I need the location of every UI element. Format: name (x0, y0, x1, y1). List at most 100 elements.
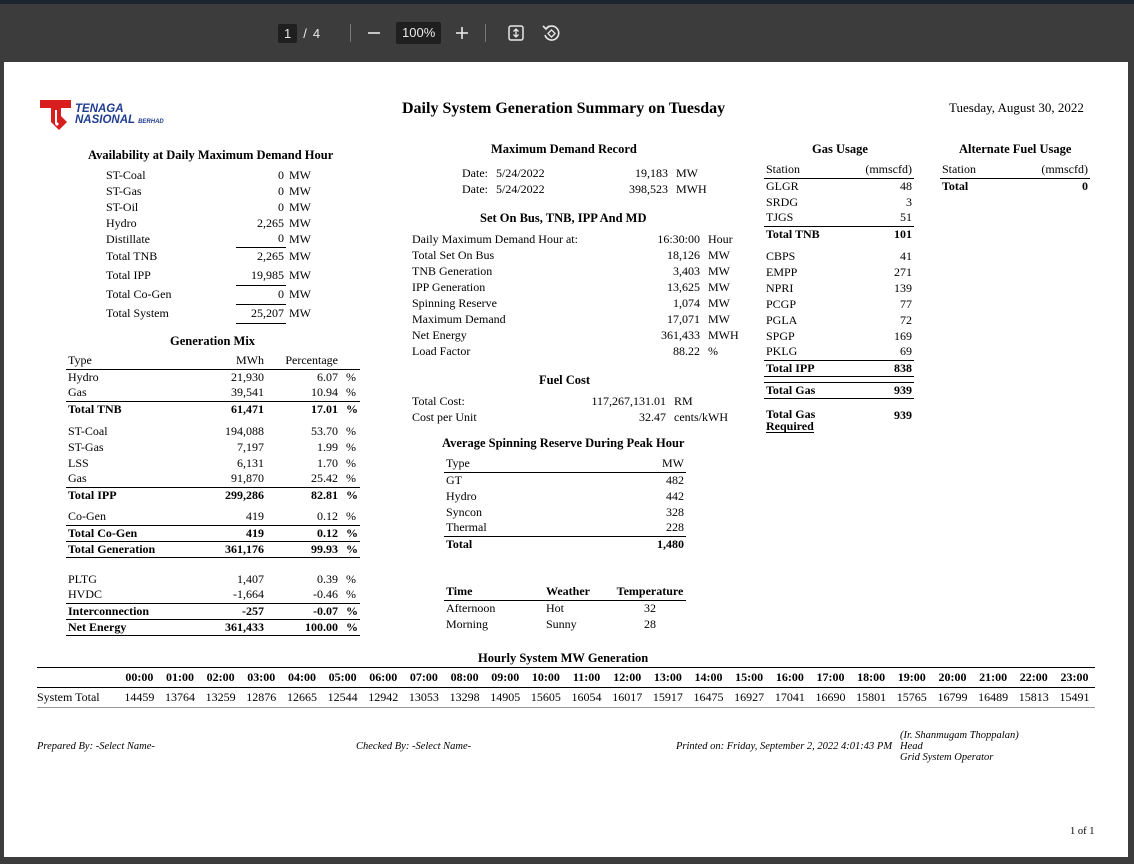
hour-value: 13053 (403, 687, 445, 708)
hourly-values-row: System Total 14459 13764 13259 12876 12665 125… (37, 687, 1095, 708)
hour-header: 16:00 (769, 667, 811, 688)
weather-table: Time Weather Temperature Afternoon Hot 32 Morn… (444, 584, 686, 632)
availability-label: Total Co-Gen (106, 287, 172, 301)
spinning-reserve-header: Type MW (444, 456, 686, 473)
mix-percentage: 0.12 (317, 509, 338, 524)
hourly-header-row: 00:00 01:00 02:00 03:00 04:00 05:00 06:00 07:00… (37, 667, 1095, 688)
hour-header: 13:00 (647, 667, 689, 688)
availability-row: ST-Coal 0 MW (104, 167, 316, 183)
gas-value: 41 (900, 248, 912, 263)
mix-percentage: 0.39 (317, 571, 338, 586)
signer-role: Head (900, 741, 923, 752)
toolbar-divider (350, 24, 351, 42)
mix-mwh: 299,286 (196, 486, 266, 503)
hour-value: 14905 (484, 687, 526, 708)
fc-value: 117,267,131.01 (591, 393, 666, 408)
availability-value: 2,265 (257, 249, 284, 264)
toolbar-divider (485, 24, 486, 42)
hour-header: 23:00 (1054, 667, 1095, 688)
gas-station-row: NPRI 139 (764, 280, 914, 296)
md-value: 398,523 (629, 181, 668, 196)
spinning-reserve-row: Thermal 228 (444, 520, 686, 536)
availability-unit: MW (289, 268, 311, 282)
generation-mix-row: Total Co-Gen 419 0.12% (66, 524, 360, 541)
mix-mwh: 419 (196, 524, 266, 541)
gas-station-row: SRDG 3 (764, 194, 914, 210)
availability-value: 25,207 (236, 304, 286, 324)
mix-percent-sign: % (340, 486, 360, 503)
mix-type: Total Co-Gen (66, 524, 196, 541)
column-header: Weather (544, 584, 614, 601)
gas-total-row: Total Gas 939 (764, 381, 914, 399)
zoom-out-button[interactable] (362, 21, 386, 45)
hour-value: 12876 (240, 687, 282, 708)
mix-mwh: 21,930 (231, 369, 264, 384)
mix-mwh: 7,197 (237, 439, 264, 454)
generation-mix-row: PLTG 1,407 0.39% (66, 571, 360, 587)
availability-unit: MW (289, 183, 311, 198)
generation-mix-row: Total Generation 361,176 99.93% (66, 540, 360, 558)
hour-value: 16799 (932, 687, 973, 708)
mix-percent-sign: % (340, 618, 360, 636)
pdf-toolbar: 1 / 4 100% (0, 4, 1134, 60)
hour-header: 02:00 (200, 667, 241, 688)
set-on-bus-row: Spinning Reserve 1,074 MW (410, 295, 741, 311)
generation-mix-row: Total IPP 299,286 82.81% (66, 486, 360, 503)
gas-station: PKLG (766, 344, 798, 359)
availability-table: ST-Coal 0 MW ST-Gas 0 MW ST-Oil 0 MW Hydro 2,265 MW… (104, 167, 316, 324)
hourly-row-label: System Total (37, 687, 119, 708)
md-label: Date: (462, 181, 488, 196)
availability-value: 0 (278, 199, 284, 214)
spinning-reserve-grid: Type MW GT 482 Hydro 442 Syncon 328 Thermal 228 To… (444, 456, 686, 552)
hour-header: 10:00 (525, 667, 567, 688)
zoom-in-button[interactable] (450, 21, 474, 45)
availability-row: Distillate 0 MW (104, 231, 316, 248)
generation-mix-row: HVDC -1,664 -0.46% (66, 587, 360, 603)
hour-value: 17041 (769, 687, 811, 708)
alt-total-value: 0 (1082, 178, 1088, 193)
column-header: Type (444, 456, 594, 473)
generation-mix-row: Total TNB 61,471 17.01% (66, 400, 360, 417)
availability-value: 19,985 (236, 266, 286, 286)
fit-page-button[interactable] (504, 21, 528, 45)
max-demand-grid: Date: 5/24/2022 19,183 MW Date: 5/24/2022 398,… (460, 165, 709, 197)
sob-unit: MW (708, 295, 730, 310)
hour-header: 18:00 (850, 667, 892, 688)
mix-percentage: -0.46 (313, 587, 338, 602)
column-header: Station (764, 162, 848, 179)
column-header: Time (444, 584, 544, 601)
availability-unit: MW (289, 287, 311, 301)
hour-value: 13764 (159, 687, 201, 708)
zoom-level[interactable]: 100% (396, 22, 442, 44)
hour-header: 01:00 (159, 667, 201, 688)
hour-value: 12665 (281, 687, 323, 708)
spinning-reserve-table: Type MW GT 482 Hydro 442 Syncon 328 Thermal 228 To… (444, 456, 686, 552)
spinning-reserve-row: Syncon 328 (444, 504, 686, 520)
gas-required-row: Total Gas Required 939 (764, 408, 914, 433)
gas-station: EMPP (766, 264, 798, 279)
availability-label: ST-Oil (106, 199, 139, 214)
sob-value: 88.22 (673, 343, 700, 358)
mix-percentage: 17.01 (266, 400, 340, 417)
mix-type: ST-Gas (68, 439, 104, 454)
page-number: 1 of 1 (1070, 826, 1095, 837)
mix-mwh: 361,176 (196, 540, 266, 558)
gas-station: NPRI (766, 280, 794, 295)
hour-header: 14:00 (688, 667, 729, 688)
signer-department: Grid System Operator (900, 752, 994, 763)
sob-unit: MWH (708, 327, 739, 342)
current-page-input[interactable]: 1 (278, 23, 298, 43)
availability-title: Availability at Daily Maximum Demand Hou… (88, 148, 334, 162)
set-on-bus-row: IPP Generation 13,625 MW (410, 279, 741, 295)
gas-station-row: EMPP 271 (764, 264, 914, 280)
hour-header: 12:00 (606, 667, 648, 688)
availability-row: Total Co-Gen 0 MW (104, 285, 316, 305)
column-header: (mmscfd) (848, 162, 914, 179)
gas-value: 69 (900, 344, 912, 359)
mix-mwh: 91,870 (231, 471, 264, 486)
md-unit: MW (676, 165, 698, 180)
rotate-button[interactable] (539, 21, 563, 45)
sob-value: 3,403 (673, 263, 700, 278)
availability-label: Total IPP (106, 268, 151, 282)
availability-label: Total System (106, 306, 169, 320)
